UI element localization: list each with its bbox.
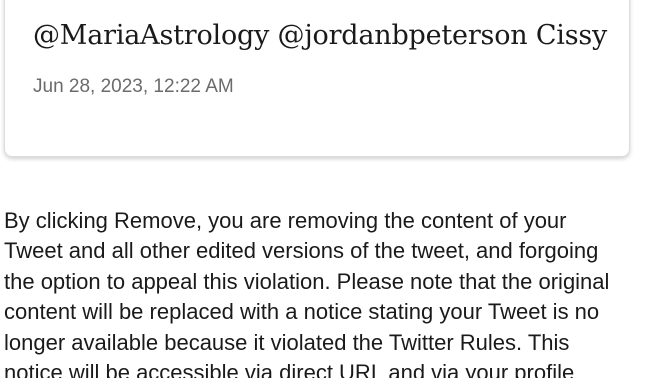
notice-line: content will be replaced with a notice s… xyxy=(4,299,600,325)
tweet-card: @MariaAstrology @jordanbpeterson Cissy J… xyxy=(4,0,630,157)
notice-line: By clicking Remove, you are removing the… xyxy=(4,208,567,233)
notice-line: notice will be accessible via direct URL… xyxy=(4,360,575,378)
tweet-timestamp: Jun 28, 2023, 12:22 AM xyxy=(33,76,234,97)
notice-line: Tweet and all other edited versions of t… xyxy=(4,238,599,264)
remove-tweet-screen: @MariaAstrology @jordanbpeterson Cissy J… xyxy=(0,0,672,378)
tweet-text: @MariaAstrology @jordanbpeterson Cissy xyxy=(33,20,608,51)
notice-line: the option to appeal this violation. Ple… xyxy=(4,268,610,294)
remove-notice-text: By clicking Remove, you are removing the… xyxy=(4,206,668,378)
notice-line: longer available because it violated the… xyxy=(4,329,570,355)
